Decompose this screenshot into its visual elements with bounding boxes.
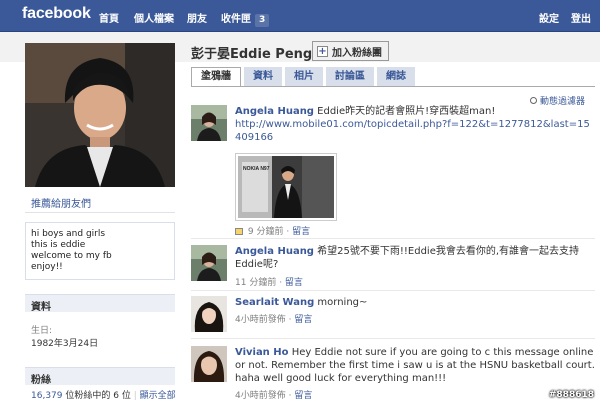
nav-inbox-label: 收件匣 [221,14,251,25]
avatar[interactable] [191,346,227,382]
post-time: 4小時前發佈 [235,391,286,401]
post-time: 9 分鐘前 [247,227,284,237]
photo-icon [235,228,243,235]
post-text: Searlait Wang morning~ [235,296,595,309]
top-nav-bar: facebook 首頁 個人檔案 朋友 收件匣 3 設定 登出 [0,0,600,32]
page-title: 彭于晏Eddie Peng [191,47,313,62]
post-text: Vivian Ho Hey Eddie not sure if you are … [235,346,595,385]
post-meta: 11 分鐘前 · 留言 [235,278,303,288]
post-author-link[interactable]: Vivian Ho [235,347,289,358]
plus-icon: + [317,45,328,57]
profile-photo-image [25,43,175,187]
post-message: Hey Eddie not sure if you are going to c… [235,347,595,384]
avatar-image [191,346,227,382]
show-all-fans-link[interactable]: 顯示全部 [140,391,176,401]
recommend-to-friends-link[interactable]: 推薦給朋友們 [31,195,91,210]
comment-link[interactable]: 留言 [294,315,312,325]
nav-friends[interactable]: 朋友 [187,10,207,25]
post-time: 4小時前發佈 [235,315,286,325]
profile-photo[interactable] [25,43,175,187]
magnifier-icon [530,97,537,104]
post-divider [191,238,595,239]
post-author-link[interactable]: Angela Huang [235,246,314,257]
wall-post: Angela Huang 希望25號不要下雨!!Eddie我會去看你的,有誰會一… [191,245,595,288]
post-message: morning~ [317,297,368,308]
wall-post: Searlait Wang morning~ 4小時前發佈 · 留言 [191,296,595,332]
bio-line: enjoy!! [31,262,63,272]
nav-settings[interactable]: 設定 [539,10,559,25]
bio-box: hi boys and girls this is eddie welcome … [25,222,175,280]
tab-notes[interactable]: 網誌 [377,67,415,86]
wall-post: Angela Huang Eddie昨天的記者會照片!穿西裝超man! http… [191,105,595,237]
add-fan-button[interactable]: + 加入粉絲團 [312,41,389,61]
post-author-link[interactable]: Searlait Wang [235,297,314,308]
profile-tabs: 塗鴉牆 資料 相片 討論區 網誌 [191,67,418,87]
nav-logout[interactable]: 登出 [571,10,591,25]
tab-photos[interactable]: 相片 [285,67,323,86]
post-author-link[interactable]: Angela Huang [235,106,314,117]
post-divider [191,290,595,291]
add-fan-label: 加入粉絲團 [332,47,382,59]
image-watermark: #888618 [548,390,594,400]
comment-link[interactable]: 留言 [285,278,303,288]
post-url-link[interactable]: http://www.mobile01.com/topicdetail.php?… [235,119,590,143]
post-text: Angela Huang 希望25號不要下雨!!Eddie我會去看你的,有誰會一… [235,245,595,271]
birthday-value: 1982年3月24日 [31,339,99,349]
info-section-header: 資料 [25,294,175,313]
post-photo-thumbnail[interactable]: NOKIA N97 [235,153,337,221]
sidebar-divider [25,212,175,213]
comment-link[interactable]: 留言 [294,391,312,401]
tab-info[interactable]: 資料 [244,67,282,86]
post-meta: 4小時前發佈 · 留言 [235,391,313,401]
post-divider [191,338,595,339]
post-message: Eddie昨天的記者會照片!穿西裝超man! [317,106,496,117]
avatar[interactable] [191,245,227,281]
post-meta: 4小時前發佈 · 留言 [235,315,313,325]
bio-line: hi boys and girls [31,229,106,239]
tab-discussions[interactable]: 討論區 [326,67,374,86]
comment-link[interactable]: 留言 [292,227,310,237]
inbox-count-badge: 3 [255,14,270,27]
avatar[interactable] [191,105,227,141]
tabs-underline [191,86,595,87]
nav-profile[interactable]: 個人檔案 [134,10,174,25]
wall-post: Vivian Ho Hey Eddie not sure if you are … [191,346,595,402]
post-text: Angela Huang Eddie昨天的記者會照片!穿西裝超man! http… [235,105,595,144]
nav-home[interactable]: 首頁 [99,10,119,25]
bio-line: this is eddie [31,240,86,250]
facebook-logo[interactable]: facebook [22,5,91,23]
fans-count-text: 位粉絲中的 6 位 [65,391,131,401]
fans-summary: 16,379 位粉絲中的 6 位 | 顯示全部 [31,391,176,401]
post-time: 11 分鐘前 [235,278,277,288]
avatar[interactable] [191,296,227,332]
photo-caption: NOKIA N97 [243,166,270,172]
bio-line: welcome to my fb [31,251,112,261]
avatar-image [191,296,227,332]
nav-inbox[interactable]: 收件匣 3 [221,10,270,27]
post-photo-image: NOKIA N97 [238,156,334,218]
avatar-image [191,105,227,141]
birthday-label: 生日: [31,326,53,336]
fans-count-link[interactable]: 16,379 [31,391,63,401]
tab-wall[interactable]: 塗鴉牆 [191,67,241,87]
fans-section-header: 粉絲 [25,367,175,386]
avatar-image [191,245,227,281]
post-meta: 9 分鐘前 · 留言 [235,224,310,237]
